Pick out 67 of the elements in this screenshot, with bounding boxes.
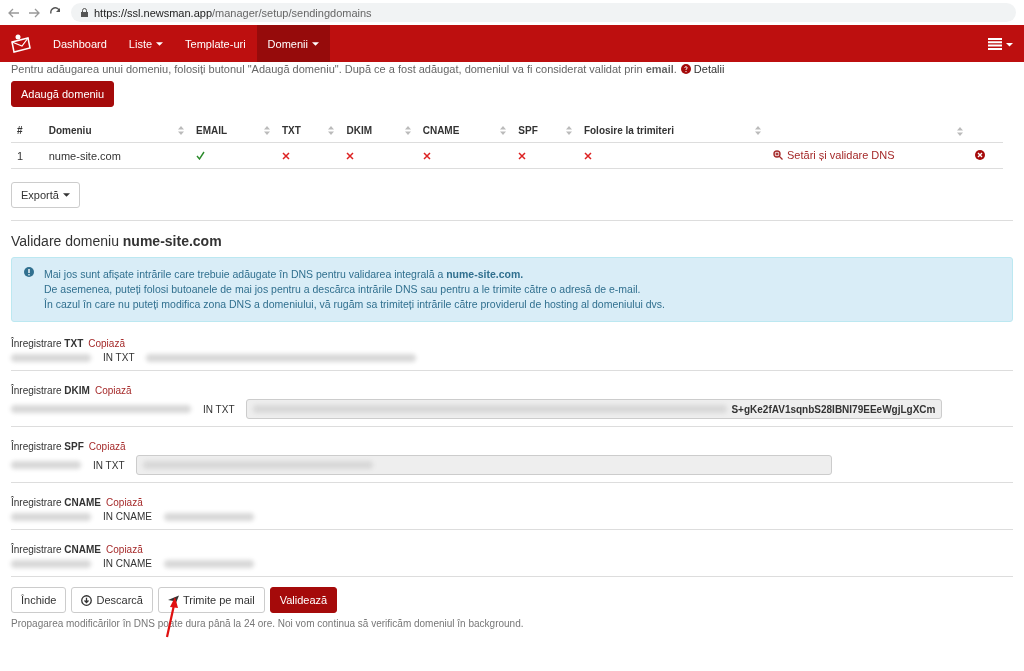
- question-icon: [680, 64, 691, 74]
- record-class: IN TXT: [93, 459, 125, 471]
- envelope-logo-icon[interactable]: [10, 32, 32, 55]
- record-label: Înregistrare DKIM: [11, 385, 90, 396]
- sort-icon[interactable]: [404, 126, 411, 135]
- intro-text: Pentru adăugarea unui domeniu, folosiți butonul "Adaugă domeniu". După ce a fost adăugat, domeniul va fi considerat validat prin email.: [11, 63, 677, 75]
- record-label: Înregistrare CNAME: [11, 497, 102, 508]
- copy-link[interactable]: Copiază: [94, 385, 132, 396]
- column-header[interactable]: EMAIL: [195, 125, 228, 136]
- copy-link[interactable]: Copiază: [88, 338, 125, 349]
- delete-icon[interactable]: [975, 149, 985, 160]
- table-cell: 1: [11, 142, 43, 169]
- info-text: În cazul în care nu puteți modifica zona DNS a domeniului, vă rugăm sa trimiteți intrările către providerul de hosting al domeniului dvs.: [44, 297, 665, 312]
- info-icon: [24, 267, 34, 277]
- download-icon: [81, 594, 93, 606]
- validate-button[interactable]: Validează: [269, 587, 338, 613]
- record-class: IN TXT: [203, 403, 235, 415]
- column-header[interactable]: DKIM: [346, 125, 372, 136]
- nav-item[interactable]: Domenii: [256, 25, 330, 62]
- url-text: https://ssl.newsman.app/manager/setup/sendingdomains: [94, 6, 372, 19]
- sort-icon[interactable]: [328, 126, 335, 135]
- blurred-host: [11, 461, 81, 469]
- sort-icon[interactable]: [500, 126, 507, 135]
- sort-icon[interactable]: [755, 126, 761, 135]
- record-class: IN TXT: [103, 352, 135, 363]
- sort-icon[interactable]: [565, 126, 572, 135]
- dns-settings-link[interactable]: Setări și validare DNS: [773, 149, 895, 161]
- record-class: IN CNAME: [103, 558, 152, 569]
- action-button[interactable]: Închide: [11, 587, 67, 613]
- column-header[interactable]: Domeniu: [48, 125, 92, 136]
- record-value-text: S+gKe2fAV1sqnbS28IBNI79EEeWgjLgXCm: [731, 403, 936, 415]
- sort-icon[interactable]: [263, 126, 270, 135]
- forward-icon[interactable]: [29, 7, 40, 18]
- record-value-field[interactable]: S+gKe2fAV1sqnbS28IBNI79EEeWgjLgXCm: [246, 399, 943, 419]
- table-cell: nume-site.com: [42, 142, 190, 169]
- column-header[interactable]: Folosire la trimiteri: [583, 125, 674, 136]
- action-button[interactable]: Trimite pe mail: [157, 587, 265, 613]
- record-label: Înregistrare TXT: [11, 338, 84, 349]
- details-link[interactable]: Detalii: [680, 63, 725, 75]
- caret-icon: [62, 193, 70, 197]
- column-header[interactable]: #: [17, 125, 23, 136]
- record-value-field[interactable]: [136, 455, 833, 475]
- address-bar[interactable]: https://ssl.newsman.app/manager/setup/sendingdomains: [71, 3, 1016, 22]
- copy-link[interactable]: Copiază: [88, 441, 126, 452]
- lock-icon: [81, 8, 88, 17]
- nav-item[interactable]: Template-uri: [174, 25, 257, 62]
- column-header[interactable]: TXT: [281, 125, 301, 136]
- section-title: Validare domeniu nume-site.com: [11, 233, 223, 249]
- export-button[interactable]: Exportă: [11, 182, 80, 208]
- column-header[interactable]: CNAME: [422, 125, 460, 136]
- zoom-in-icon: [773, 150, 783, 160]
- list-menu-icon[interactable]: [988, 37, 1014, 50]
- record-class: IN CNAME: [103, 511, 152, 522]
- info-text: Mai jos sunt afișate intrările care trebuie adăugate în DNS pentru validarea integrală a nume-site.com.: [44, 267, 525, 282]
- back-icon[interactable]: [8, 7, 19, 18]
- copy-link[interactable]: Copiază: [106, 497, 143, 508]
- column-header[interactable]: SPF: [518, 125, 538, 136]
- nav-item[interactable]: Dashboard: [42, 25, 118, 62]
- add-domain-button[interactable]: Adaugă domeniu: [11, 81, 115, 107]
- record-label: Înregistrare SPF: [11, 441, 84, 452]
- info-text: De asemenea, puteți folosi butoanele de mai jos pentru a descărca intrările DNS sau pentru a le trimite către o adresă de e-mail.: [44, 282, 642, 297]
- copy-link[interactable]: Copiază: [106, 544, 143, 555]
- sort-icon[interactable]: [177, 126, 184, 135]
- action-button[interactable]: Descarcă: [71, 587, 153, 613]
- nav-item[interactable]: Liste: [117, 25, 175, 62]
- record-label: Înregistrare CNAME: [11, 544, 102, 555]
- sort-icon[interactable]: [957, 126, 963, 136]
